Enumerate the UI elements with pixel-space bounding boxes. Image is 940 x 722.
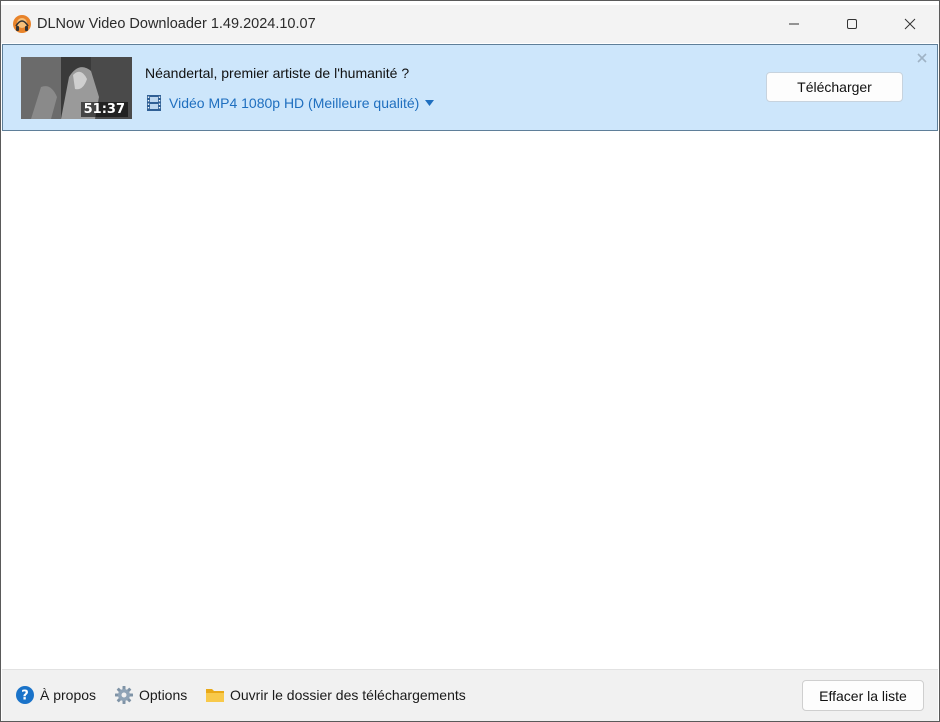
gear-icon: [115, 686, 133, 704]
video-title: Néandertal, premier artiste de l'humanit…: [145, 65, 410, 81]
svg-text:?: ?: [21, 689, 29, 704]
open-folder-label: Ouvrir le dossier des téléchargements: [230, 687, 466, 703]
close-button[interactable]: [881, 5, 939, 43]
folder-icon: [206, 689, 224, 702]
minimize-button[interactable]: [765, 5, 823, 43]
video-duration: 51:37: [80, 102, 128, 117]
window-title: DLNow Video Downloader 1.49.2024.10.07: [37, 16, 316, 32]
about-label: À propos: [40, 687, 97, 703]
minimize-icon: [789, 23, 799, 25]
open-folder-link[interactable]: Ouvrir le dossier des téléchargements: [205, 685, 466, 705]
app-logo-icon: [13, 15, 31, 33]
dismiss-item-icon[interactable]: [916, 52, 928, 64]
app-window: DLNow Video Downloader 1.49.2024.10.07 5…: [0, 0, 940, 722]
video-thumbnail[interactable]: 51:37: [21, 57, 132, 119]
clear-list-button[interactable]: Effacer la liste: [802, 680, 924, 711]
download-button[interactable]: Télécharger: [766, 72, 903, 102]
about-link[interactable]: ? À propos: [15, 685, 96, 705]
maximize-icon: [847, 19, 857, 29]
download-item[interactable]: 51:37 Néandertal, premier artiste de l'h…: [2, 44, 938, 131]
options-label: Options: [139, 687, 188, 703]
film-icon: [147, 95, 161, 111]
title-bar[interactable]: DLNow Video Downloader 1.49.2024.10.07: [1, 5, 939, 43]
close-icon: [904, 18, 916, 30]
format-selector[interactable]: Vidéo MP4 1080p HD (Meilleure qualité): [145, 94, 435, 112]
window-controls: [765, 5, 939, 43]
format-label: Vidéo MP4 1080p HD (Meilleure qualité): [169, 95, 420, 111]
help-icon: ?: [16, 686, 34, 704]
download-list-area: [2, 132, 938, 669]
chevron-down-icon: [425, 100, 435, 106]
footer-toolbar: ? À propos Options Ouvrir le dossier des…: [2, 669, 938, 721]
maximize-button[interactable]: [823, 5, 881, 43]
options-link[interactable]: Options: [114, 685, 187, 705]
